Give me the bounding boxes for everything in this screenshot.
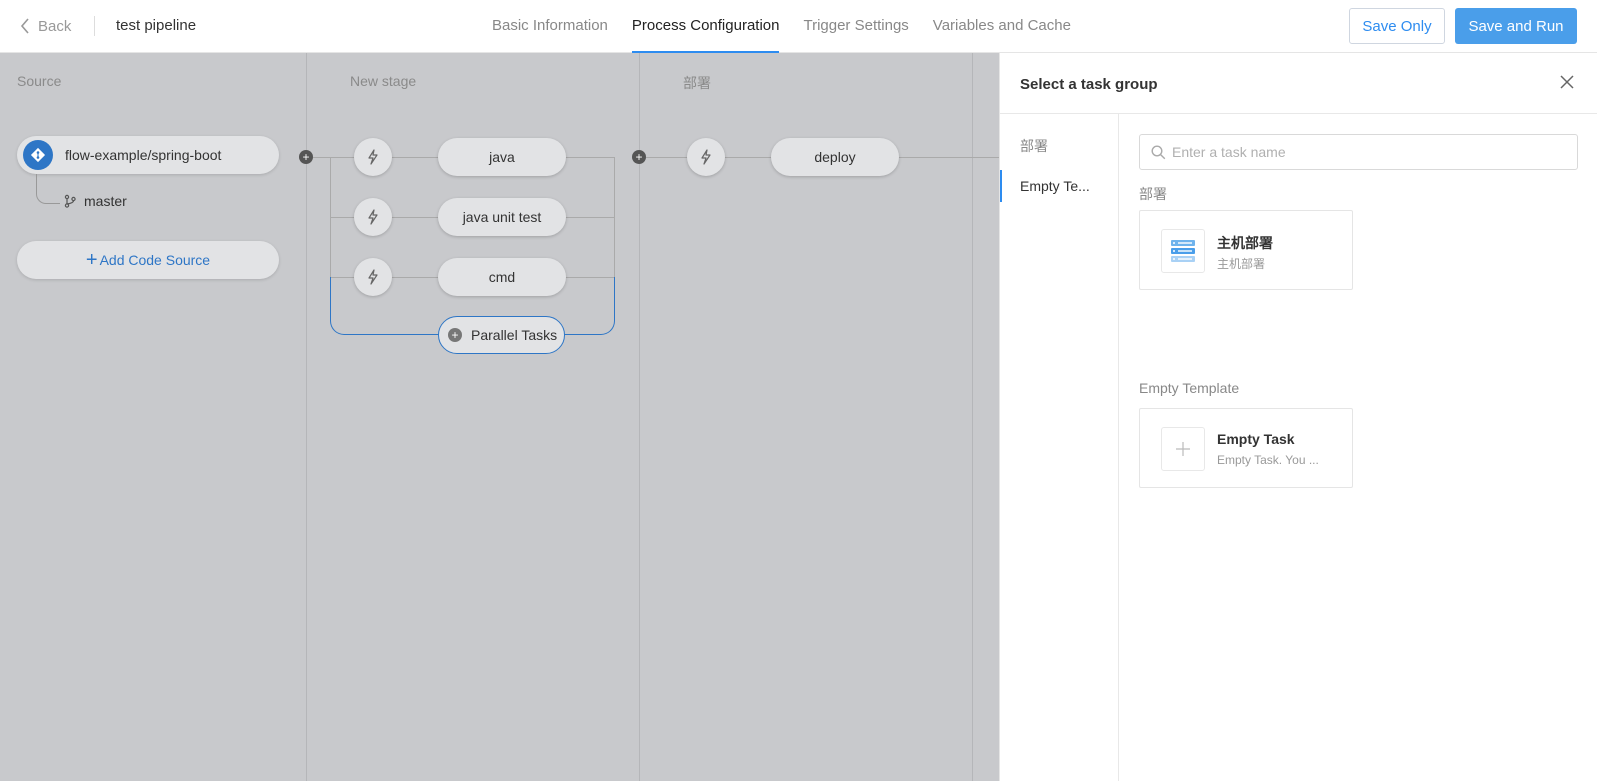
trigger-bolt-button[interactable] [687, 138, 725, 176]
save-and-run-button[interactable]: Save and Run [1455, 8, 1577, 44]
task-search-box [1139, 134, 1578, 170]
task-card-description: Empty Task. You ... [1217, 453, 1319, 467]
add-code-source-label: Add Code Source [99, 252, 211, 268]
drawer-title: Select a task group [1020, 76, 1158, 93]
drawer-header: Select a task group [1000, 53, 1597, 114]
back-label: Back [38, 17, 72, 35]
parallel-tasks-label: Parallel Tasks [471, 327, 558, 343]
task-group-drawer: Select a task group 部署 Empty Te... 部署 [999, 53, 1597, 781]
task-group-nav: 部署 Empty Te... [1000, 114, 1119, 781]
tab-variables-and-cache[interactable]: Variables and Cache [933, 0, 1071, 53]
add-parallel-tasks-button[interactable]: + Parallel Tasks [438, 316, 565, 354]
lightning-icon [701, 149, 711, 165]
job-node[interactable]: java [438, 138, 566, 176]
plus-icon: + [85, 249, 98, 271]
git-icon [23, 140, 53, 170]
back-button[interactable]: Back [20, 16, 71, 36]
nav-item-deploy[interactable]: 部署 [1000, 130, 1118, 162]
save-only-button[interactable]: Save Only [1349, 8, 1445, 44]
lightning-icon [368, 149, 378, 165]
tab-process-configuration[interactable]: Process Configuration [631, 0, 779, 53]
close-drawer-button[interactable] [1560, 75, 1574, 92]
tab-trigger-settings[interactable]: Trigger Settings [803, 0, 908, 53]
header-tabs: Basic Information Process Configuration … [492, 0, 1095, 53]
tab-basic-information[interactable]: Basic Information [492, 0, 608, 53]
task-card-host-deploy[interactable]: 主机部署 主机部署 [1139, 210, 1353, 290]
search-icon [1151, 144, 1166, 159]
lightning-icon [368, 209, 378, 225]
add-stage-button[interactable]: + [299, 150, 313, 164]
trigger-bolt-button[interactable] [354, 138, 392, 176]
nav-item-empty-template[interactable]: Empty Te... [1000, 170, 1118, 202]
task-card-title: 主机部署 [1217, 235, 1273, 251]
task-card-description: 主机部署 [1217, 257, 1266, 271]
task-search-input[interactable] [1172, 144, 1562, 160]
add-stage-button[interactable]: + [632, 150, 646, 164]
server-stack-icon [1161, 229, 1205, 273]
trigger-bolt-button[interactable] [354, 198, 392, 236]
group-title-deploy: 部署 [1139, 186, 1167, 202]
plus-icon [1161, 427, 1205, 471]
job-node[interactable]: deploy [771, 138, 899, 176]
code-source-repo: flow-example/spring-boot [65, 147, 222, 163]
group-title-empty-template: Empty Template [1139, 380, 1240, 396]
task-card-empty-task[interactable]: Empty Task Empty Task. You ... [1139, 408, 1353, 488]
branch-icon [64, 194, 76, 208]
plus-circle-icon: + [448, 328, 462, 342]
header-divider [94, 16, 95, 36]
stage-title-new-stage[interactable]: New stage [350, 73, 416, 89]
branch-connector [36, 174, 60, 204]
close-icon [1560, 75, 1574, 89]
source-stage-title: Source [17, 73, 62, 89]
top-header: Back test pipeline Basic Information Pro… [0, 0, 1597, 53]
branch-name: master [84, 193, 127, 209]
pipeline-name: test pipeline [116, 17, 197, 34]
add-code-source-button[interactable]: + Add Code Source [17, 241, 279, 279]
stage-title-deploy[interactable]: 部署 [683, 73, 711, 93]
stage-column-divider [972, 53, 973, 781]
task-card-title: Empty Task [1217, 431, 1295, 447]
code-source-node[interactable]: flow-example/spring-boot [17, 136, 279, 174]
chevron-left-icon [20, 18, 29, 34]
branch-item[interactable]: master [64, 193, 127, 209]
job-node[interactable]: java unit test [438, 198, 566, 236]
